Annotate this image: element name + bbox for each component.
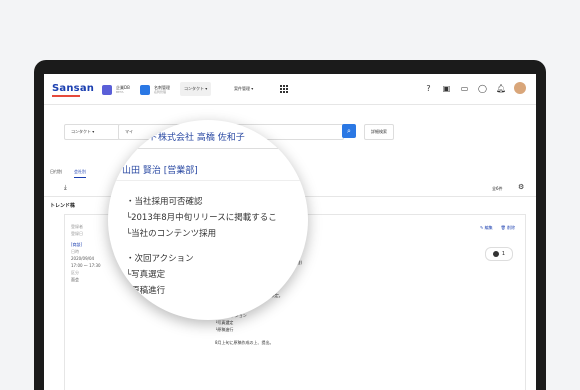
app-card-management[interactable]: 名刺管理 名刺管理 [140, 82, 170, 98]
company-section-title: トレンド株 [50, 203, 76, 209]
magnified-note-4: ・次回アクション [126, 254, 194, 264]
bell-icon[interactable]: 🔔︎ [496, 84, 506, 93]
advanced-search-button[interactable]: 詳細検索 [364, 124, 394, 140]
magnified-divider [108, 148, 308, 149]
company-db-icon [102, 85, 112, 95]
card-management-icon [140, 85, 150, 95]
user-avatar[interactable] [514, 82, 526, 94]
search-button[interactable]: ⌕ [342, 124, 356, 138]
sansan-logo[interactable]: Sansan [52, 83, 94, 94]
app-company-db[interactable]: 企業DB BETA [102, 82, 130, 98]
body-line-4: └写真選定 [215, 320, 234, 325]
magnified-note-3: └当社のコンテンツ採用 [126, 229, 217, 239]
comment-count: 1 [501, 251, 506, 257]
comment-icon [492, 251, 499, 257]
magnified-attendee[interactable]: 山田 賢治 [営業部] [122, 163, 198, 176]
magnified-note-2: └2013年8月中旬リリースに掲載するこ [126, 213, 277, 223]
search-row: コンタクト ▾ マイ ⌕ 詳細検索 [44, 124, 536, 164]
card-icon[interactable]: ▣ [442, 84, 451, 93]
magnified-note-5: └写真選定 [126, 270, 166, 280]
tab-by-date[interactable]: 日付別 [50, 169, 62, 175]
body-line-6: 8月上旬に原稿作成の上、提出。 [215, 340, 274, 345]
magnified-note-6: └原稿進行 [126, 286, 166, 296]
magnifier-lens: トレンド株式会社 高橋 佐和子 山田 賢治 [営業部] ・当社採用可否確認 └2… [108, 120, 308, 320]
edit-button[interactable]: ✎ 編集 [480, 225, 493, 231]
help-icon[interactable]: ? [424, 84, 433, 93]
tab-by-company[interactable]: 会社別 [74, 169, 86, 178]
id-icon[interactable]: ▭ [460, 84, 469, 93]
search-type-select[interactable]: コンタクト ▾ [64, 124, 120, 140]
menu-contact[interactable]: コンタクト ▾ [180, 82, 212, 96]
magnified-divider-2 [108, 180, 308, 181]
magnified-company-contact[interactable]: トレンド株式会社 高橋 佐和子 [122, 130, 245, 143]
settings-gear-icon[interactable]: ⚙ [518, 183, 524, 191]
app-grid-icon[interactable] [280, 85, 288, 93]
result-count: 全6件 [492, 186, 503, 191]
magnified-note-1: ・当社採用可否確認 [126, 197, 203, 207]
chat-icon[interactable]: ◯ [478, 84, 487, 93]
search-icon: ⌕ [347, 126, 351, 135]
comment-badge[interactable]: 1 [485, 247, 513, 261]
card-management-sub: 名刺管理 [154, 90, 167, 94]
magnified-notes: ・当社採用可否確認 └2013年8月中旬リリースに掲載するこ └当社のコンテンツ… [126, 194, 277, 299]
company-db-sub: BETA [116, 90, 124, 94]
menu-deal-management[interactable]: 案件管理 ▾ [230, 82, 257, 96]
delete-button[interactable]: 🗑 削除 [501, 225, 515, 231]
card-actions: ✎ 編集 🗑 削除 [480, 225, 515, 231]
download-icon[interactable]: ⤓ [64, 184, 67, 192]
body-line-5: └原稿進行 [215, 327, 234, 332]
logo-accent [52, 95, 80, 97]
top-navigation-bar: Sansan 企業DB BETA 名刺管理 名刺管理 コンタクト ▾ 案件管理 ▾ … [44, 74, 536, 105]
